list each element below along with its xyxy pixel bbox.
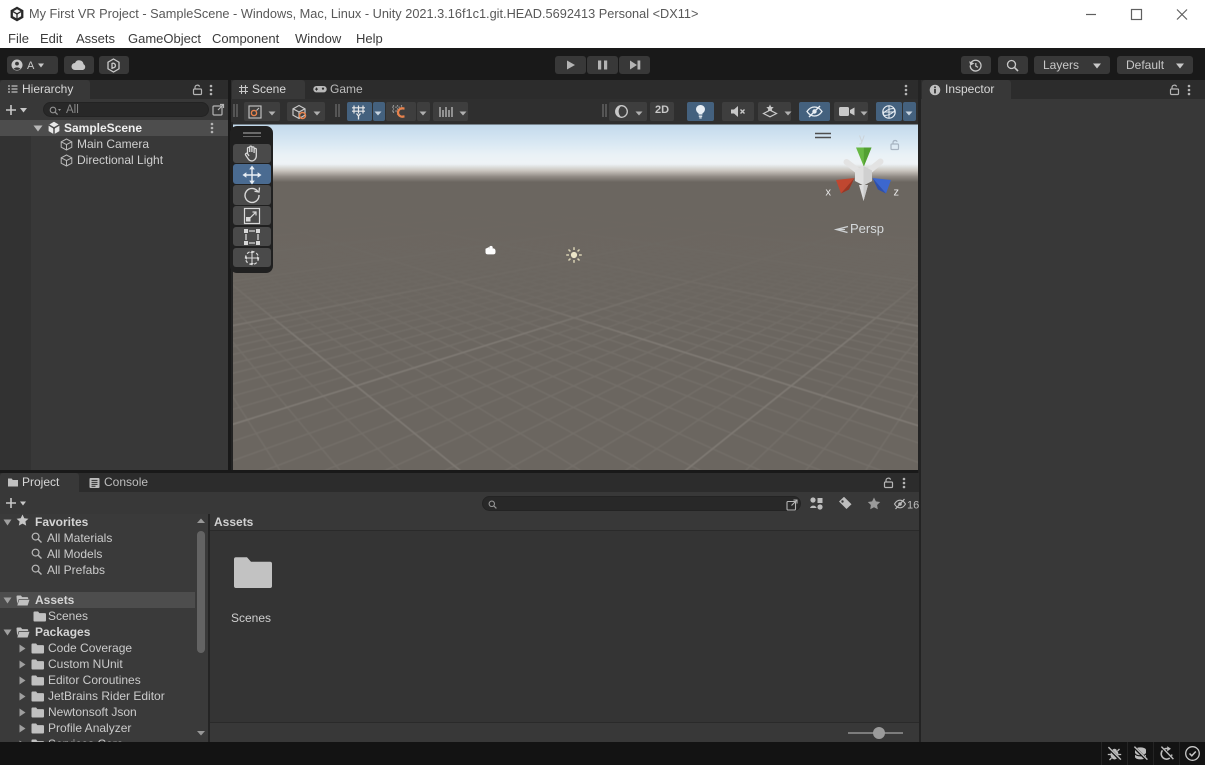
svg-text:A: A (27, 60, 35, 71)
svg-text:16: 16 (907, 500, 919, 511)
svg-text:y: y (859, 133, 865, 145)
svg-text:Persp: Persp (850, 221, 884, 236)
svg-text:x: x (826, 187, 832, 199)
svg-text:z: z (894, 187, 900, 199)
